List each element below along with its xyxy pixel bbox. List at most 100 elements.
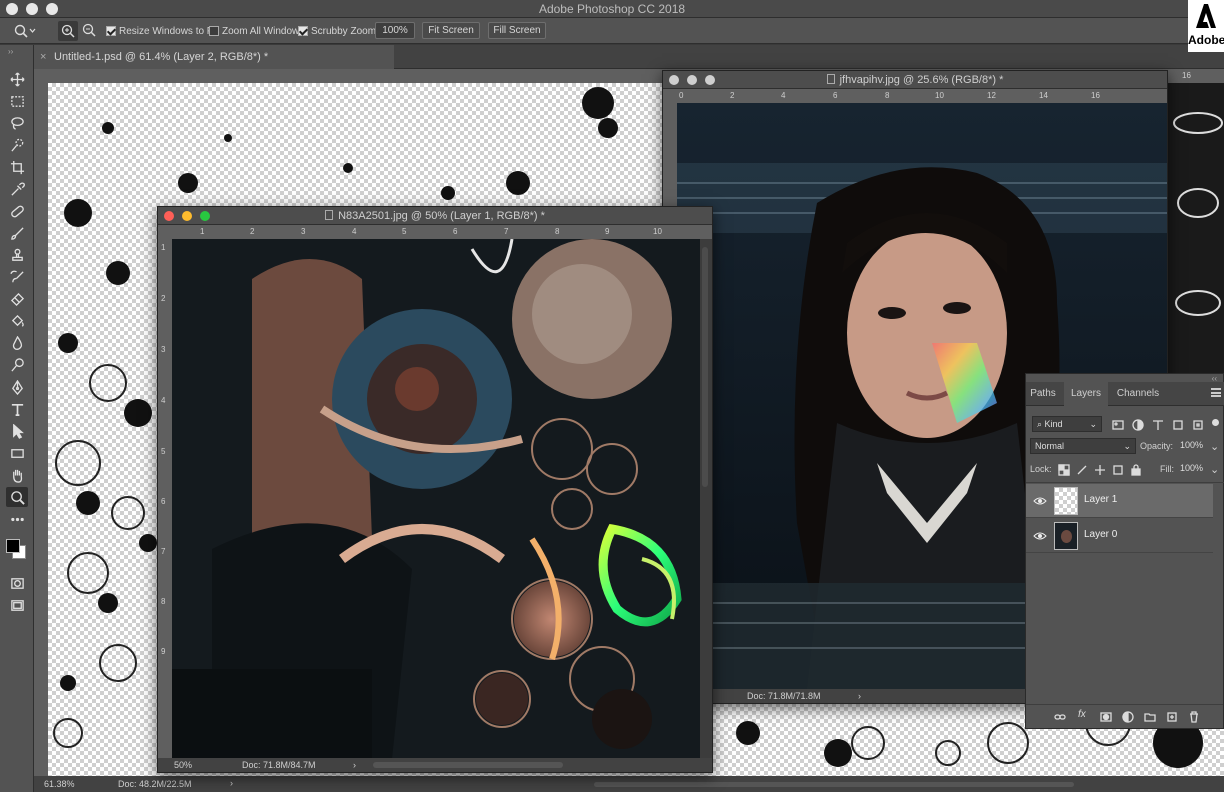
options-bar: Resize Windows to Fit Zoom All Windows S… [0, 18, 1224, 44]
trash-icon[interactable] [1188, 711, 1200, 723]
paint-bucket-tool[interactable] [6, 311, 28, 331]
rectangle-tool[interactable] [6, 443, 28, 463]
screen-mode-button[interactable] [6, 595, 28, 615]
portrait-zoom-button[interactable] [705, 75, 715, 85]
lock-position-icon[interactable] [1094, 464, 1106, 476]
tab-channels[interactable]: Channels [1114, 382, 1162, 406]
arrow-pointer-icon [12, 423, 24, 439]
history-brush-tool[interactable] [6, 267, 28, 287]
layer-row[interactable]: Layer 1 [1026, 484, 1213, 518]
abstract-minimize-button[interactable] [182, 211, 192, 221]
zoom-all-windows-checkbox[interactable]: Zoom All Windows [209, 23, 304, 39]
abstract-horizontal-scrollbar[interactable] [373, 762, 563, 768]
quick-selection-tool[interactable] [6, 135, 28, 155]
crop-tool[interactable] [6, 157, 28, 177]
fx-icon[interactable]: fx [1078, 709, 1086, 720]
filter-smart-object-icon[interactable] [1192, 419, 1204, 431]
zoom-in-button[interactable] [58, 21, 78, 41]
fit-screen-button[interactable]: Fit Screen [422, 22, 480, 39]
move-tool[interactable] [6, 69, 28, 89]
main-zoom-level[interactable]: 61.38% [44, 779, 75, 789]
filter-type-icon[interactable] [1152, 419, 1164, 431]
eyedropper-tool[interactable] [6, 179, 28, 199]
abstract-close-button[interactable] [164, 211, 174, 221]
fill-dropdown-icon[interactable]: ⌄ [1210, 463, 1219, 476]
tab-layers[interactable]: Layers [1064, 382, 1108, 406]
chevron-down-icon: ⌄ [1089, 419, 1097, 429]
fill-field[interactable]: 100% [1176, 461, 1206, 477]
abstract-zoom-level[interactable]: 50% [174, 758, 192, 772]
quick-mask-button[interactable] [6, 573, 28, 593]
opacity-field[interactable]: 100% [1176, 438, 1206, 454]
resize-windows-checkbox[interactable]: Resize Windows to Fit [106, 23, 218, 39]
eye-icon[interactable] [1033, 494, 1047, 508]
filter-pixel-icon[interactable] [1112, 419, 1124, 431]
portrait-minimize-button[interactable] [687, 75, 697, 85]
healing-brush-tool[interactable] [6, 201, 28, 221]
clone-stamp-tool[interactable] [6, 245, 28, 265]
new-group-icon[interactable] [1144, 711, 1156, 723]
marquee-tool[interactable] [6, 91, 28, 111]
dodge-tool[interactable] [6, 355, 28, 375]
foreground-color-swatch[interactable] [6, 539, 20, 553]
document-tab[interactable]: × Untitled-1.psd @ 61.4% (Layer 2, RGB/8… [34, 45, 394, 69]
zoom-all-check[interactable] [209, 26, 219, 36]
add-mask-icon[interactable] [1100, 711, 1112, 723]
lock-artboard-icon[interactable] [1112, 464, 1124, 476]
panel-menu-icon[interactable] [1211, 388, 1221, 397]
lasso-tool[interactable] [6, 113, 28, 133]
abstract-canvas[interactable] [172, 239, 700, 759]
portrait-status-arrow[interactable]: › [858, 689, 861, 703]
color-swatches[interactable] [4, 535, 30, 561]
link-layers-icon[interactable] [1054, 711, 1066, 723]
lock-pixels-icon[interactable] [1076, 464, 1088, 476]
opacity-dropdown-icon[interactable]: ⌄ [1210, 440, 1219, 453]
abstract-status-arrow[interactable]: › [353, 758, 356, 772]
brush-tool[interactable] [6, 223, 28, 243]
adjustment-layer-icon[interactable] [1122, 711, 1134, 723]
filter-shape-icon[interactable] [1172, 419, 1184, 431]
fill-screen-button[interactable]: Fill Screen [488, 22, 546, 39]
stamp-icon [11, 248, 23, 261]
blend-mode-select[interactable]: Normal ⌄ [1030, 438, 1136, 454]
path-selection-tool[interactable] [6, 421, 28, 441]
ruler-tick-label: 8 [885, 91, 890, 100]
tab-close-icon[interactable]: × [40, 45, 46, 69]
zoom-out-button[interactable] [82, 22, 100, 38]
filter-adjustment-icon[interactable] [1132, 419, 1144, 431]
portrait-window-titlebar[interactable]: jfhvapihv.jpg @ 25.6% (RGB/8*) * [663, 71, 1167, 89]
scrubby-check[interactable] [298, 26, 308, 36]
abstract-window-titlebar[interactable]: N83A2501.jpg @ 50% (Layer 1, RGB/8*) * [158, 207, 712, 225]
toolbar-collapse-icon[interactable]: ›› [8, 47, 13, 56]
hand-tool[interactable] [6, 465, 28, 485]
type-tool[interactable] [6, 399, 28, 419]
more-tools[interactable] [6, 509, 28, 529]
zoom-tool-preset-picker[interactable] [14, 23, 36, 39]
abstract-vertical-scrollbar[interactable] [702, 247, 708, 487]
pen-tool[interactable] [6, 377, 28, 397]
ruler-tick-label: 6 [453, 227, 458, 236]
layer-thumbnail [1054, 487, 1078, 515]
lock-transparent-icon[interactable] [1058, 464, 1070, 476]
filter-toggle-icon[interactable] [1212, 419, 1219, 426]
lock-all-icon[interactable] [1130, 464, 1142, 476]
tab-paths[interactable]: Paths [1026, 382, 1060, 406]
abstract-zoom-button[interactable] [200, 211, 210, 221]
panel-divider [1026, 482, 1224, 483]
main-horizontal-scrollbar[interactable] [594, 782, 1074, 787]
resize-windows-check[interactable] [106, 26, 116, 36]
layer-row[interactable]: Layer 0 [1026, 519, 1213, 553]
blur-tool[interactable] [6, 333, 28, 353]
layer-filter-select[interactable]: ⌕ Kind ⌄ [1032, 416, 1102, 432]
zoom-value-field[interactable]: 100% [375, 22, 415, 39]
document-window-abstract[interactable]: N83A2501.jpg @ 50% (Layer 1, RGB/8*) * 1… [157, 206, 713, 773]
scrubby-zoom-checkbox[interactable]: Scrubby Zoom [298, 23, 376, 39]
main-status-arrow[interactable]: › [230, 778, 233, 788]
zoom-tool[interactable] [6, 487, 28, 507]
portrait-close-button[interactable] [669, 75, 679, 85]
eye-icon[interactable] [1033, 529, 1047, 543]
ruler-tick-label: 1 [200, 227, 205, 236]
eraser-tool[interactable] [6, 289, 28, 309]
ruler-tick-label: 5 [161, 447, 166, 456]
new-layer-icon[interactable] [1166, 711, 1178, 723]
